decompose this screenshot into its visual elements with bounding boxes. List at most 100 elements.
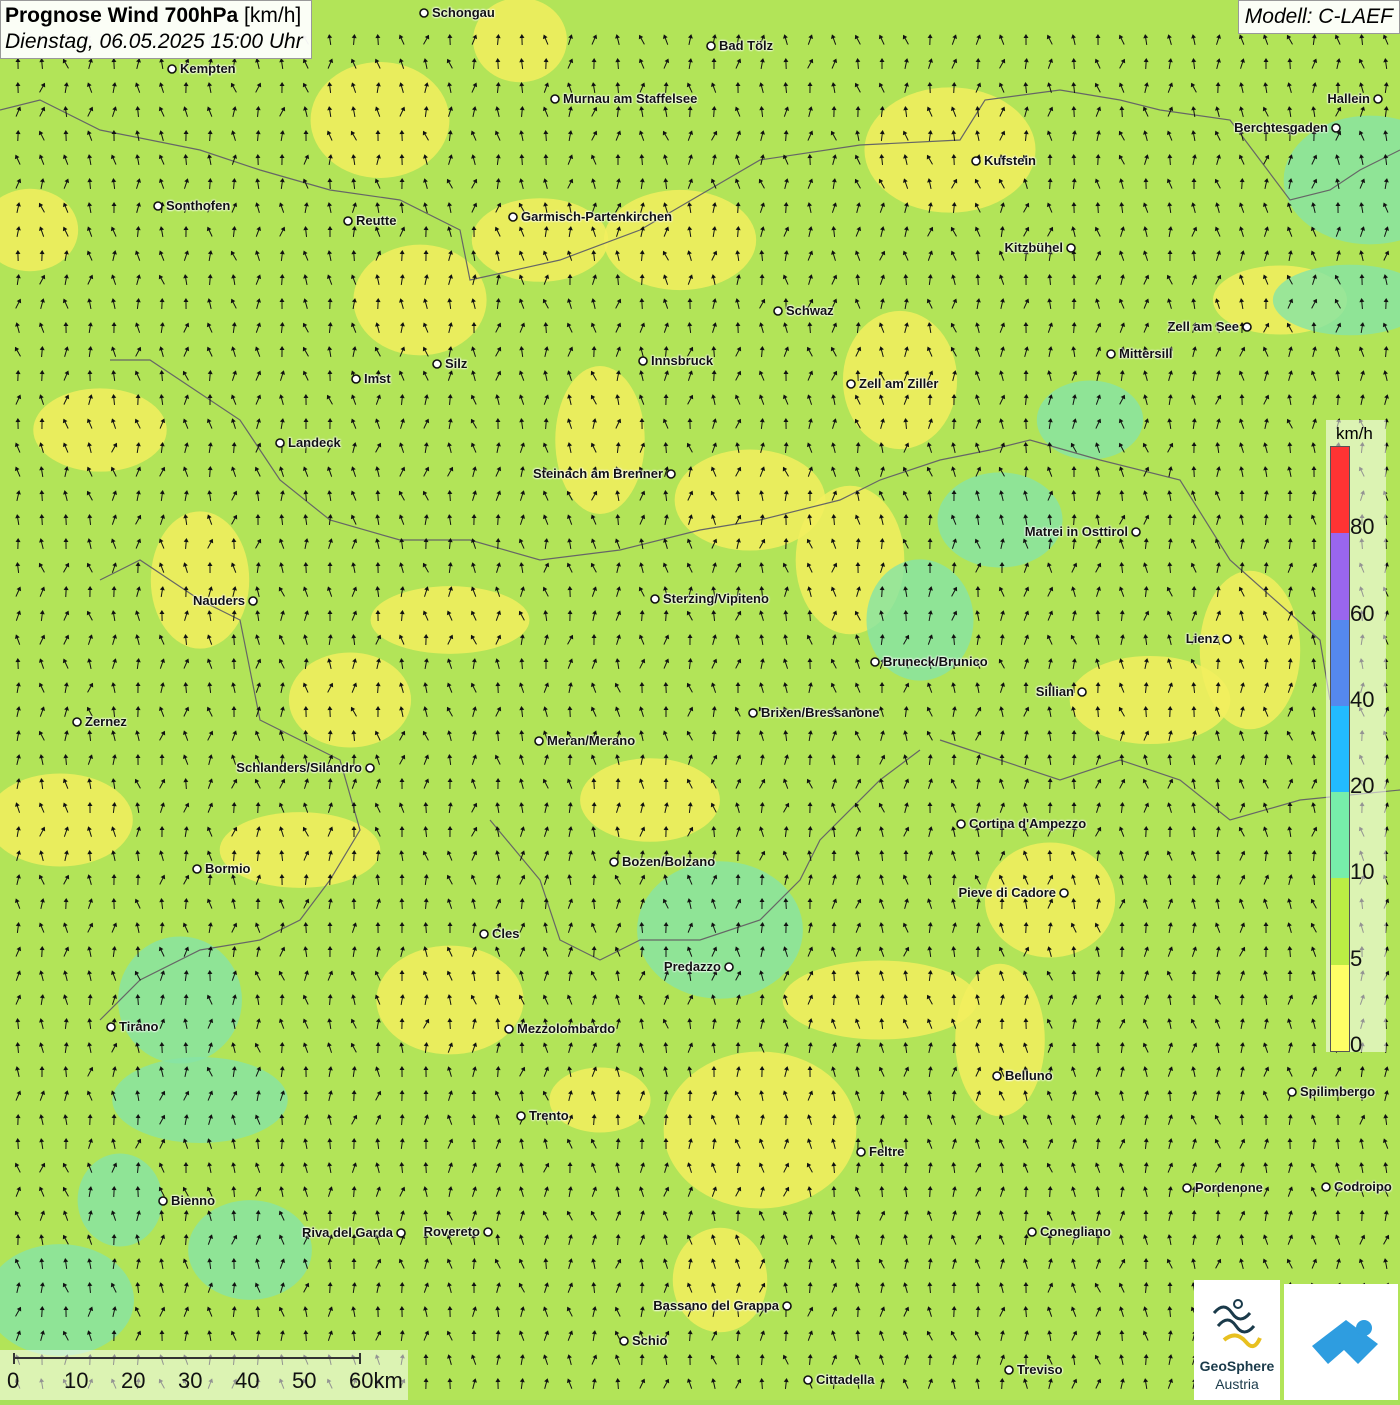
city-marker (517, 1112, 525, 1120)
city-label: Bormio (205, 861, 251, 876)
scale-label: 60km (349, 1368, 403, 1394)
calm-area (673, 1228, 767, 1332)
city-marker (107, 1023, 115, 1031)
city-label: Pieve di Cadore (958, 885, 1056, 900)
scale-bar-line (0, 1350, 408, 1400)
scale-label: 10 (64, 1368, 88, 1394)
scale-label: 20 (121, 1368, 145, 1394)
city-label: Sonthofen (166, 198, 230, 213)
city-label: Nauders (193, 593, 245, 608)
city-marker (193, 865, 201, 873)
calm-area (220, 812, 381, 888)
city-label: Berchtesgaden (1234, 120, 1328, 135)
city-label: Steinach am Brenner (533, 466, 663, 481)
city-label: Imst (364, 371, 391, 386)
city-label: Bruneck/Brunico (883, 654, 988, 669)
city-marker (276, 439, 284, 447)
city-marker (1243, 323, 1251, 331)
city-marker (749, 709, 757, 717)
city-label: Innsbruck (651, 353, 713, 368)
city-marker (154, 202, 162, 210)
city-marker (1332, 124, 1340, 132)
legend-segment (1331, 620, 1349, 706)
city-label: Bozen/Bolzano (622, 854, 715, 869)
city-marker (249, 597, 257, 605)
city-label: Rovereto (424, 1224, 480, 1239)
calm-area (664, 1052, 857, 1209)
city-label: Conegliano (1040, 1224, 1111, 1239)
city-label: Treviso (1017, 1362, 1063, 1377)
app-logo (1284, 1284, 1398, 1400)
city-label: Bassano del Grappa (653, 1298, 779, 1313)
city-marker (1078, 688, 1086, 696)
calm-area (864, 87, 1035, 212)
city-label: Schlanders/Silandro (236, 760, 362, 775)
city-label: Belluno (1005, 1068, 1053, 1083)
city-label: Silz (445, 356, 467, 371)
city-marker (1005, 1366, 1013, 1374)
city-label: Kitzbühel (1005, 240, 1064, 255)
city-marker (651, 595, 659, 603)
city-marker (1183, 1184, 1191, 1192)
city-marker (344, 217, 352, 225)
city-marker (620, 1337, 628, 1345)
city-label: Lienz (1186, 631, 1219, 646)
city-marker (480, 930, 488, 938)
city-marker (1223, 635, 1231, 643)
city-label: Landeck (288, 435, 341, 450)
legend-tick: 80 (1350, 514, 1374, 540)
city-label: Mezzolombardo (517, 1021, 615, 1036)
city-label: Riva del Garda (302, 1225, 393, 1240)
legend-tick: 5 (1350, 946, 1362, 972)
city-marker (639, 357, 647, 365)
legend-segment (1331, 792, 1349, 878)
title-unit: [km/h] (244, 4, 301, 27)
calm-area (33, 388, 166, 471)
scale-label: 0 (7, 1368, 19, 1394)
scale-label: 50 (292, 1368, 316, 1394)
city-label: Cles (492, 926, 519, 941)
city-label: Codroipo (1334, 1179, 1392, 1194)
city-label: Tirano (119, 1019, 159, 1034)
legend-tick: 60 (1350, 601, 1374, 627)
city-label: Murnau am Staffelsee (563, 91, 697, 106)
city-marker (1132, 528, 1140, 536)
city-label: Garmisch-Partenkirchen (521, 209, 672, 224)
legend-tick: 0 (1350, 1032, 1362, 1058)
legend-unit: km/h (1336, 424, 1373, 444)
city-label: Schio (632, 1333, 667, 1348)
moderate-area (937, 472, 1062, 567)
city-label: Feltre (869, 1144, 904, 1159)
city-label: Bienno (171, 1193, 215, 1208)
city-marker (957, 820, 965, 828)
city-label: Kufstein (984, 153, 1036, 168)
calm-area (371, 586, 530, 654)
legend-tick: 40 (1350, 687, 1374, 713)
legend-segment (1331, 878, 1349, 964)
city-marker (1322, 1183, 1330, 1191)
city-label: Matrei in Osttirol (1025, 524, 1128, 539)
city-marker (783, 1302, 791, 1310)
title-text: Prognose Wind 700hPa (5, 4, 238, 27)
legend-color-bar (1330, 446, 1350, 1052)
calm-area (580, 758, 720, 842)
calm-area (311, 62, 450, 178)
legend-segment (1331, 447, 1349, 533)
city-marker (1288, 1088, 1296, 1096)
city-marker (1107, 350, 1115, 358)
city-marker (397, 1229, 405, 1237)
scale-bar: 0102030405060km (0, 1350, 408, 1400)
city-label: Trento (529, 1108, 569, 1123)
city-marker (707, 42, 715, 50)
city-label: Kempten (180, 61, 236, 76)
city-label: Cortina d'Ampezzo (969, 816, 1086, 831)
calm-area (604, 190, 756, 290)
city-label: Hallein (1327, 91, 1370, 106)
city-marker (857, 1148, 865, 1156)
city-marker (505, 1025, 513, 1033)
legend-segment (1331, 965, 1349, 1051)
city-marker (433, 360, 441, 368)
city-label: Meran/Merano (547, 733, 635, 748)
city-marker (667, 470, 675, 478)
geosphere-logo-icon (1194, 1288, 1280, 1368)
